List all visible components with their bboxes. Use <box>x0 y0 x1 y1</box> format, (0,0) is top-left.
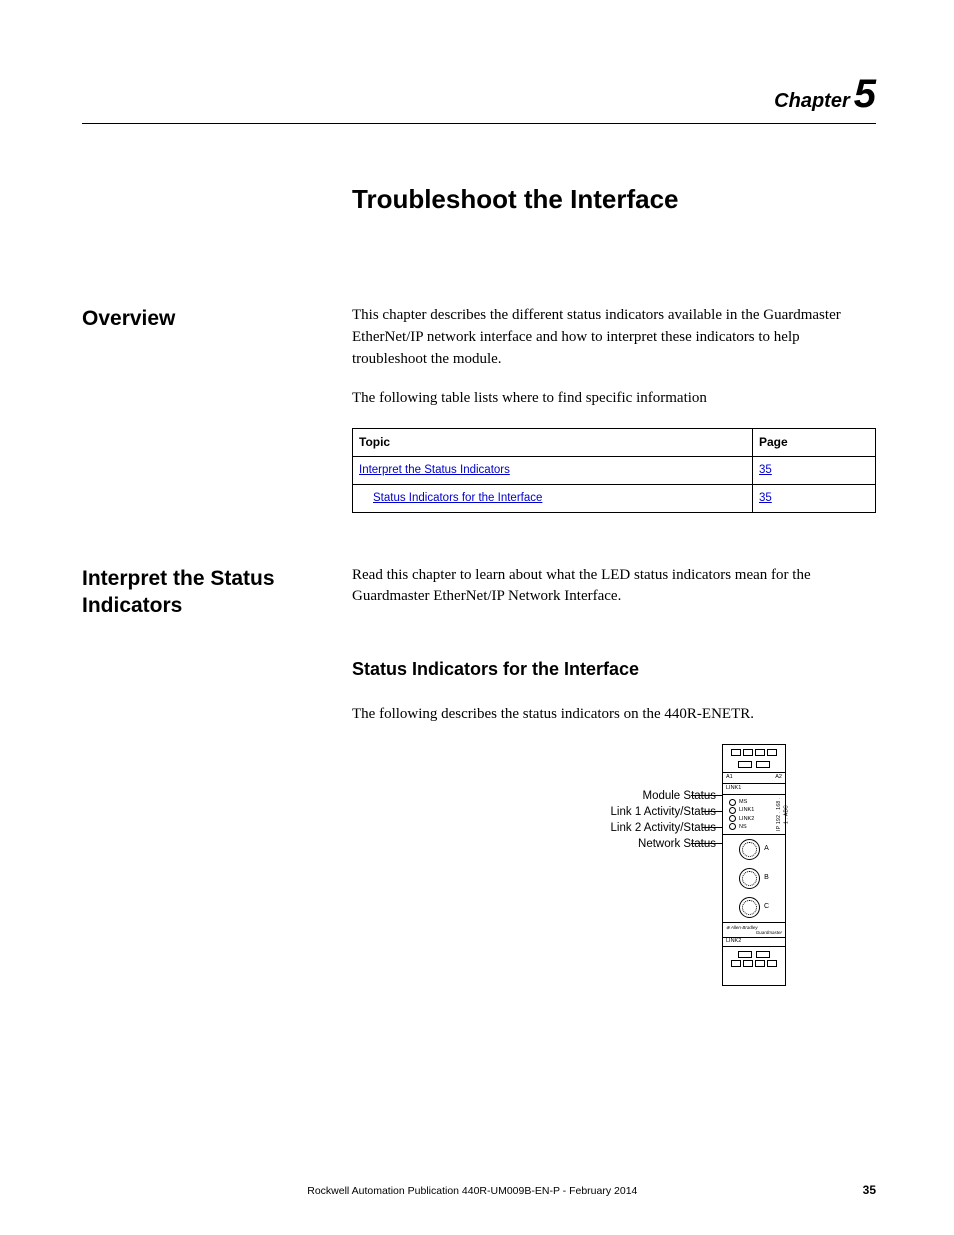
module-terminal-labels: A1 A2 <box>723 773 785 784</box>
rotary-dial-icon <box>739 897 760 918</box>
leader-line <box>691 795 726 796</box>
label-a2: A2 <box>775 774 782 782</box>
toc-page-link-2[interactable]: 35 <box>759 492 772 504</box>
toc-page-link-1[interactable]: 35 <box>759 464 772 476</box>
leader-line <box>691 843 726 844</box>
led-icon <box>729 807 736 814</box>
overview-paragraph-1: This chapter describes the different sta… <box>352 305 876 370</box>
overview-paragraph-2: The following table lists where to find … <box>352 388 876 410</box>
sub-heading-status-indicators: Status Indicators for the Interface <box>352 656 876 682</box>
topic-table: Topic Page Interpret the Status Indicato… <box>352 428 876 513</box>
table-header-topic: Topic <box>353 429 753 457</box>
module-link1-label: LINK1 <box>723 784 785 795</box>
table-row: Interpret the Status Indicators 35 <box>353 457 876 485</box>
module-bottom-connector <box>723 946 785 970</box>
page-number: 35 <box>863 1183 876 1197</box>
module-dial-area: A B C <box>723 835 785 922</box>
led-icon <box>729 815 736 822</box>
module-top-connector <box>723 745 785 773</box>
callout-link2: Link 2 Activity/Status <box>611 820 716 836</box>
led-link1-label: LINK1 <box>739 806 754 814</box>
module-diagram: A1 A2 LINK1 MS LINK1 LINK2 NS IP 192 . 1… <box>722 744 786 986</box>
dial-c-label: C <box>764 902 769 912</box>
dial-a-label: A <box>764 844 769 854</box>
label-a1: A1 <box>726 774 733 782</box>
label-link1: LINK1 <box>726 785 741 793</box>
callout-link1: Link 1 Activity/Status <box>611 804 716 820</box>
chapter-word: Chapter <box>774 90 850 112</box>
page-footer: Rockwell Automation Publication 440R-UM0… <box>82 1183 876 1197</box>
chapter-header: Chapter 5 <box>82 72 876 124</box>
rotary-dial-icon <box>739 839 760 860</box>
chapter-number: 5 <box>854 72 876 116</box>
led-ns-label: NS <box>739 823 747 831</box>
module-brand: ⊕ Allen-Bradley Guardmaster <box>723 922 785 937</box>
callout-network-status: Network Status <box>611 836 716 852</box>
interpret-paragraph: Read this chapter to learn about what th… <box>352 565 876 609</box>
rotary-dial-icon <box>739 868 760 889</box>
led-link2-label: LINK2 <box>739 815 754 823</box>
brand-guardmaster: Guardmaster <box>726 930 782 935</box>
status-indicators-paragraph: The following describes the status indic… <box>352 704 876 726</box>
led-icon <box>729 823 736 830</box>
brand-allen-bradley: Allen-Bradley <box>731 925 758 930</box>
callout-module-status: Module Status <box>611 788 716 804</box>
table-row: Status Indicators for the Interface 35 <box>353 485 876 513</box>
toc-link-2[interactable]: Status Indicators for the Interface <box>359 490 542 507</box>
module-led-block: MS LINK1 LINK2 NS IP 192 . 168 . 1 . ABC <box>723 795 785 835</box>
ip-address-label: IP 192 . 168 . 1 . ABC <box>776 797 783 832</box>
section-heading-interpret: Interpret the Status Indicators <box>82 565 352 620</box>
toc-link-1[interactable]: Interpret the Status Indicators <box>359 464 510 476</box>
led-ms-label: MS <box>739 798 747 806</box>
led-icon <box>729 799 736 806</box>
dial-b-label: B <box>764 873 769 883</box>
module-link2-label: LINK2 <box>723 937 785 946</box>
table-header-page: Page <box>753 429 876 457</box>
footer-publication: Rockwell Automation Publication 440R-UM0… <box>82 1185 863 1197</box>
module-figure: Module Status Link 1 Activity/Status Lin… <box>352 744 876 1004</box>
page-title: Troubleshoot the Interface <box>352 184 876 215</box>
section-heading-overview: Overview <box>82 305 352 332</box>
